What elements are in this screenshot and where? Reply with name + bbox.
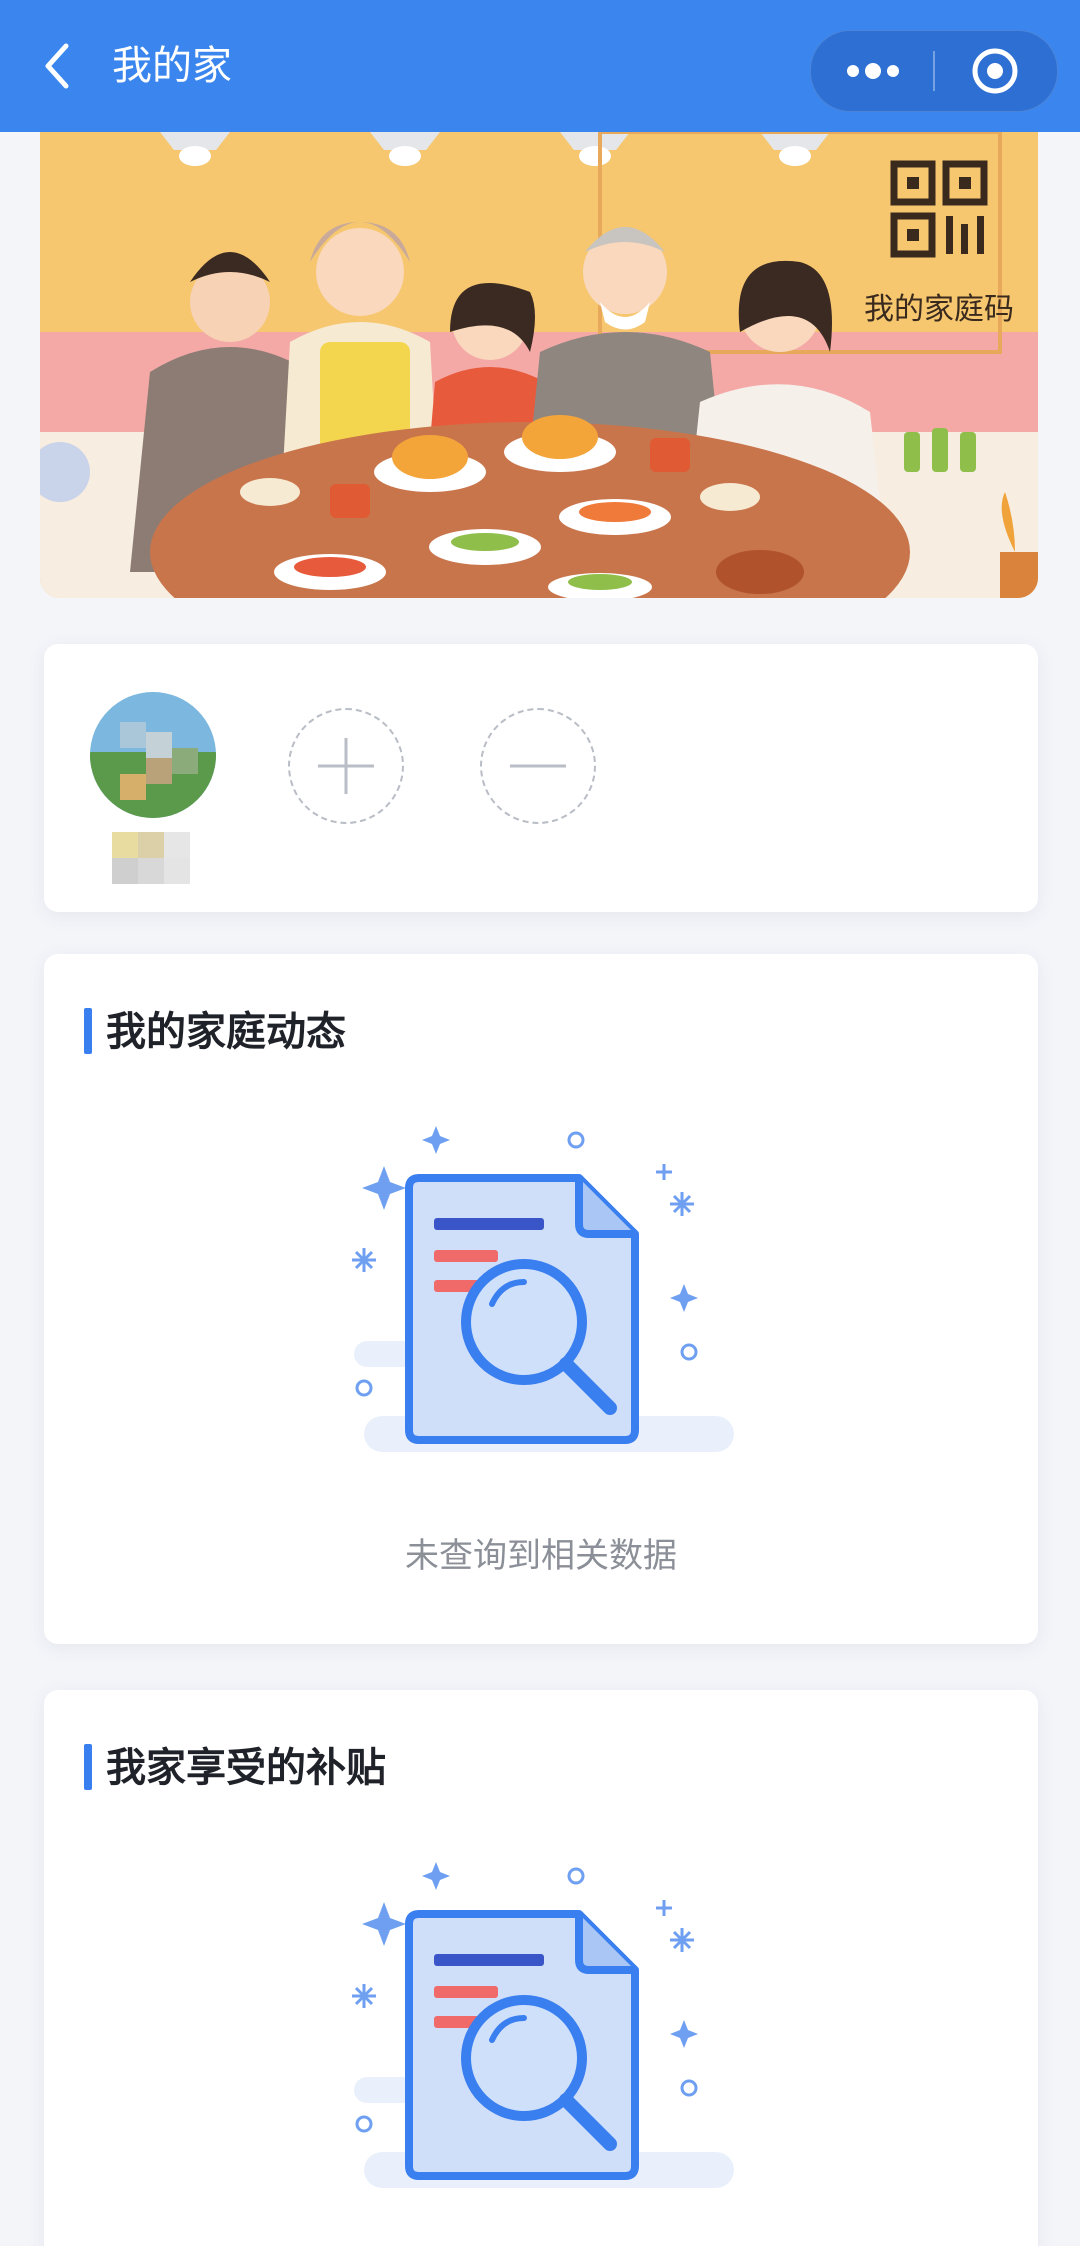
section-title: 我的家庭动态: [106, 1009, 346, 1055]
document-search-icon: [352, 1126, 734, 1452]
more-button[interactable]: [811, 31, 933, 111]
document-search-icon: [352, 1862, 734, 2188]
qr-code-icon: [890, 160, 988, 258]
empty-state-text: 未查询到相关数据: [405, 1536, 677, 1576]
family-qr-code-button[interactable]: 我的家庭码: [840, 144, 1038, 344]
member-name-blurred: [112, 832, 190, 884]
qr-code-label: 我的家庭码: [864, 292, 1014, 327]
mini-program-capsule: [810, 30, 1058, 112]
avatar[interactable]: [90, 692, 216, 818]
family-banner: 我的家庭码: [40, 132, 1038, 598]
avatar-image: [90, 692, 216, 818]
minus-icon: [510, 764, 566, 768]
section-title: 我家享受的补贴: [106, 1745, 386, 1791]
family-members-card: [44, 644, 1038, 912]
nav-bar: 我的家: [0, 0, 1080, 132]
plus-icon: [318, 738, 374, 794]
family-dynamics-section: 我的家庭动态 未查询到相关数据: [44, 954, 1038, 1644]
chevron-left-icon: [45, 43, 69, 89]
more-dots-icon: [847, 63, 899, 79]
target-circle-icon: [972, 48, 1018, 94]
page-title: 我的家: [112, 43, 232, 89]
back-button[interactable]: [38, 40, 78, 92]
remove-member-button[interactable]: [480, 708, 596, 824]
add-member-button[interactable]: [288, 708, 404, 824]
family-subsidies-section: 我家享受的补贴: [44, 1690, 1038, 2246]
close-button[interactable]: [935, 31, 1057, 111]
page: 我的家 我的家庭码 我的家庭动态 未查询到相关数据 我家享受的补贴: [0, 0, 1080, 2246]
